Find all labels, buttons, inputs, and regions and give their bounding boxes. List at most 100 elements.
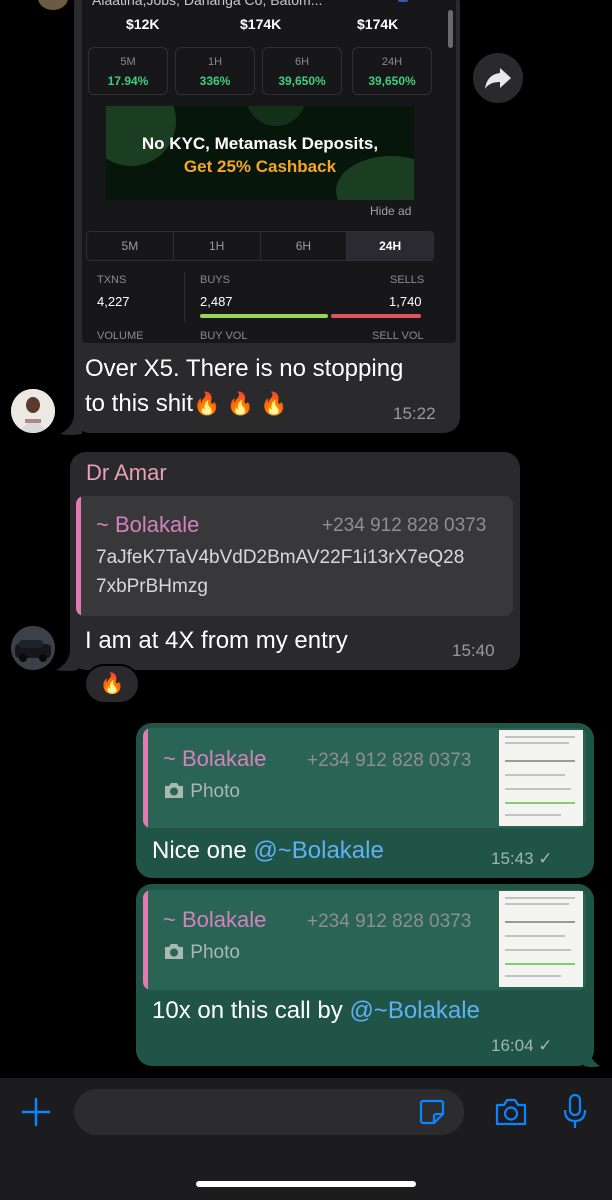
bubble-tail xyxy=(56,652,78,671)
bubble-tail xyxy=(584,1048,600,1067)
quote-sender-phone: +234 912 828 0373 xyxy=(307,750,472,771)
photo-text: Photo xyxy=(190,942,240,963)
tab-1h[interactable]: 1H xyxy=(174,232,261,260)
quote-photo-label: Photo xyxy=(163,781,240,803)
ad-banner[interactable]: No KYC, Metamask Deposits, Get 25% Cashb… xyxy=(106,106,414,200)
thumb-line xyxy=(505,963,575,965)
message-time: 15:43 ✓ xyxy=(491,849,553,869)
message-text: to this shit xyxy=(85,390,194,417)
buys-value: 2,487 xyxy=(200,294,233,309)
divider xyxy=(184,272,185,322)
buys-bar xyxy=(200,314,328,318)
thumb-line xyxy=(505,760,575,762)
camera-icon xyxy=(165,944,183,959)
stat-5m: 5M 17.94% xyxy=(88,47,168,95)
price-1: $12K xyxy=(126,16,160,32)
txns-label: TXNS xyxy=(97,274,127,286)
message-body: Nice one xyxy=(152,837,254,864)
stat-value: 336% xyxy=(199,74,231,88)
thumb-line xyxy=(505,814,561,816)
hide-ad-link[interactable]: Hide ad xyxy=(370,204,411,218)
fire-emoji: 🔥 🔥 🔥 xyxy=(193,391,288,416)
message-text: Over X5. There is no stopping xyxy=(85,355,404,382)
ad-offer: Get 25% Cashback xyxy=(183,157,337,176)
reaction-badge[interactable]: 🔥 xyxy=(84,664,140,704)
stat-label: 5M xyxy=(120,56,136,68)
thumb-line xyxy=(505,788,571,790)
stat-label: 1H xyxy=(207,56,223,68)
plus-icon[interactable] xyxy=(20,1096,52,1128)
quote-sender-phone: +234 912 828 0373 xyxy=(307,911,472,932)
stat-label: 6H xyxy=(294,56,310,68)
stat-value: 39,650% xyxy=(278,74,326,88)
quote-photo-label: Photo xyxy=(163,942,240,964)
message-time: 15:40 xyxy=(452,641,495,660)
quote-sender-name: ~ Bolakale xyxy=(163,746,267,771)
camera-icon[interactable] xyxy=(493,1096,529,1128)
thumb-line xyxy=(505,921,575,923)
thumb-line xyxy=(505,774,565,776)
card-scrollbar xyxy=(448,10,453,48)
buy-vol-label: BUY VOL xyxy=(200,330,248,342)
message-time: 15:22 xyxy=(393,404,436,423)
sent-check-icon: ✓ xyxy=(538,849,553,868)
token-avatar xyxy=(38,0,68,10)
stat-24h: 24H 39,650% xyxy=(352,47,432,95)
sender-name[interactable]: Dr Amar xyxy=(86,460,167,486)
thumb-line xyxy=(505,975,561,977)
stat-value: 39,650% xyxy=(368,74,416,88)
time-text: 15:43 xyxy=(491,849,534,868)
mention-link[interactable]: @~Bolakale xyxy=(349,997,479,1024)
photo-thumbnail[interactable] xyxy=(499,891,583,987)
thumb-line xyxy=(505,897,575,899)
photo-text: Photo xyxy=(190,781,240,802)
avatar[interactable] xyxy=(11,389,55,433)
sent-check-icon: ✓ xyxy=(538,1036,553,1055)
tab-6h[interactable]: 6H xyxy=(261,232,348,260)
stat-label: 24H xyxy=(381,56,403,68)
txns-value: 4,227 xyxy=(97,294,130,309)
camera-icon xyxy=(165,783,183,798)
quote-accent-bar xyxy=(143,728,148,828)
message-text: I am at 4X from my entry xyxy=(85,627,348,654)
stat-1h: 1H 336% xyxy=(175,47,255,95)
quote-accent-bar xyxy=(76,496,81,616)
message-input[interactable] xyxy=(74,1089,464,1135)
thumb-line xyxy=(505,736,575,738)
quote-text-line2: 7xbPrBHmzg xyxy=(96,576,208,597)
home-indicator xyxy=(196,1181,416,1187)
microphone-icon[interactable] xyxy=(561,1093,589,1131)
sticker-icon[interactable] xyxy=(417,1097,447,1127)
sells-value: 1,740 xyxy=(389,294,422,309)
flag-icon xyxy=(398,0,408,2)
message-body: 10x on this call by xyxy=(152,997,350,1024)
time-text: 16:04 xyxy=(491,1036,534,1055)
ad-headline: No KYC, Metamask Deposits, xyxy=(141,134,379,153)
quote-accent-bar xyxy=(143,890,148,990)
tab-24h[interactable]: 24H xyxy=(347,232,433,260)
message-text: 10x on this call by @~Bolakale xyxy=(152,994,480,1028)
forward-icon xyxy=(485,68,511,89)
stat-6h: 6H 39,650% xyxy=(262,47,342,95)
mention-link[interactable]: @~Bolakale xyxy=(253,837,383,864)
message-text-line2: to this shit🔥 🔥 🔥 xyxy=(85,387,287,421)
photo-thumbnail[interactable] xyxy=(499,730,583,826)
message-time: 16:04 ✓ xyxy=(491,1036,553,1056)
sells-bar xyxy=(331,314,421,318)
user-photo xyxy=(11,389,55,433)
quote-text: 7aJfeK7TaV4bVdD2BmAV22F1i13rX7eQ28 xyxy=(96,547,465,568)
buys-label: BUYS xyxy=(200,274,230,286)
thumb-line xyxy=(505,903,569,905)
ad-decor xyxy=(246,106,306,126)
tab-5m[interactable]: 5M xyxy=(87,232,174,260)
forward-button[interactable] xyxy=(473,53,523,103)
token-header-text: Alaatiha,Jobs, Dahanga Co, Batom... xyxy=(92,0,323,8)
stat-value: 17.94% xyxy=(107,74,149,88)
sells-label: SELLS xyxy=(390,274,425,286)
price-2: $174K xyxy=(240,16,282,32)
volume-label: VOLUME xyxy=(97,330,144,342)
message-text: Nice one @~Bolakale xyxy=(152,834,384,868)
avatar[interactable] xyxy=(11,626,55,670)
quote-sender-name: ~ Bolakale xyxy=(96,512,200,537)
user-photo xyxy=(11,626,55,670)
